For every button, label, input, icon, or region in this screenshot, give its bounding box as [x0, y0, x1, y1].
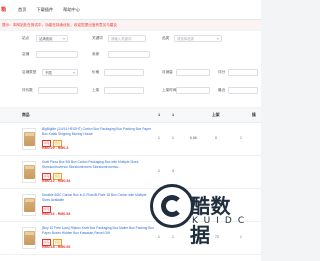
filter-label-shop: 店铺 [22, 52, 30, 56]
product-price: RM0.29 - RM0.3 [42, 146, 69, 150]
price-range-input[interactable] [104, 69, 144, 76]
cell: 1 [158, 136, 160, 140]
carton-box-icon [23, 132, 35, 146]
product-image[interactable] [22, 128, 36, 150]
rating-input[interactable] [228, 69, 258, 76]
watermark-subtext: KUIDC [192, 216, 251, 226]
col-listed[interactable]: 上架 [212, 113, 220, 118]
filter-label-monthly-sales: 月销量 [162, 70, 173, 74]
chevron-down-icon [217, 37, 219, 40]
col-1[interactable]: 1 [158, 113, 160, 117]
seller-input[interactable] [108, 51, 150, 58]
watermark-c-icon [161, 195, 183, 217]
shop-type-select[interactable]: 不限 [42, 69, 78, 76]
filter-label-category: 品类 [162, 36, 170, 40]
carton-box-icon [23, 231, 35, 245]
filter-label-shop-type: 店铺类型 [22, 70, 37, 74]
filter-label-seller: 卖家 [92, 52, 100, 56]
watermark-logo: 酷数据 KUIDC [150, 182, 251, 247]
filter-label-rating: 评分 [218, 70, 226, 74]
category-select[interactable]: 请选择品类 [174, 35, 222, 42]
product-image[interactable] [22, 161, 36, 183]
product-price: RM0.12 - RM0.54 [42, 179, 71, 183]
product-price: RM0.18 - RM0.69 [42, 245, 71, 249]
cell: 1 [158, 169, 160, 173]
col-action: 操 [252, 113, 256, 117]
keyword-placeholder: 请输入关键词 [111, 37, 132, 41]
site-logo[interactable]: 箱 [0, 0, 8, 20]
chevron-down-icon [63, 37, 65, 40]
monthly-sales-input[interactable] [176, 69, 210, 76]
notice-text: 提示：本网站处在测试中，功能在持续优化，欢迎您提出宝贵意见与建议 [2, 22, 117, 27]
cell: 1 [240, 136, 242, 140]
filter-label-site: 站点 [22, 36, 30, 40]
table-row: BigBigMe (1/4/14 HEIGHT) Carton Box Pack… [0, 124, 261, 156]
carton-box-icon [23, 198, 35, 212]
chevron-down-icon [73, 71, 75, 74]
filter-label-listed-time: 上架时间 [162, 88, 177, 92]
cell: 3 [172, 169, 174, 173]
review-count-input[interactable] [38, 87, 78, 94]
shop-input[interactable] [36, 51, 78, 58]
shop-type-value: 不限 [45, 71, 52, 75]
col-2[interactable]: 1 [172, 113, 174, 117]
product-image[interactable] [22, 194, 36, 216]
nav-home[interactable]: 首页 [18, 7, 26, 13]
product-title[interactable]: Kraft Pizza Box 5/8 Box Carton Packaging… [42, 160, 154, 169]
notice-bar: 提示：本网站处在测试中，功能在持续优化，欢迎您提出宝贵意见与建议 [0, 21, 261, 29]
filter-label-price: 价格 [92, 70, 100, 74]
keyword-input[interactable]: 请输入关键词 [108, 35, 146, 42]
carton-box-icon [23, 165, 35, 179]
product-price: RM0.16 - RM0.54 [42, 212, 71, 216]
listed-input[interactable] [104, 87, 144, 94]
listed-time-input[interactable] [176, 87, 210, 94]
cell: 1 [172, 136, 174, 140]
product-title[interactable]: [Buy 10 Free 1pcs] Ripbox Kraft Box Pack… [42, 226, 154, 235]
filter-label-listed: 上架 [92, 88, 100, 92]
category-placeholder: 请选择品类 [177, 37, 194, 41]
watermark-circle-icon [150, 184, 194, 228]
product-title[interactable]: Durable 6/8C Carton Box in E-Flute/B-Flu… [42, 193, 154, 202]
filter-label-review-count: 评价数 [22, 88, 33, 92]
table-header: 商品 1 1 上架 操 [0, 109, 261, 123]
product-image[interactable] [22, 227, 36, 249]
nav-help-center[interactable]: 帮助中心 [63, 7, 80, 13]
filter-label-recent: 最近 [218, 88, 226, 92]
filter-panel: 站点 站满费用 关键词 请输入关键词 品类 请选择品类 店铺 卖家 店铺类型 不… [0, 31, 261, 107]
site-select-value: 站满费用 [39, 37, 53, 41]
recent-input[interactable] [228, 87, 258, 94]
product-title[interactable]: BigBigMe (1/4/14 HEIGHT) Carton Box Pack… [42, 127, 154, 136]
col-product[interactable]: 商品 [22, 113, 30, 118]
top-navbar: 箱 首页 下载插件 帮助中心 [0, 0, 261, 20]
site-select[interactable]: 站满费用 [36, 35, 68, 42]
filter-label-keyword: 关键词 [92, 36, 103, 40]
cell: 6.68 [190, 136, 197, 140]
cell: 0 [215, 136, 217, 140]
nav-download-plugin[interactable]: 下载插件 [36, 7, 53, 13]
